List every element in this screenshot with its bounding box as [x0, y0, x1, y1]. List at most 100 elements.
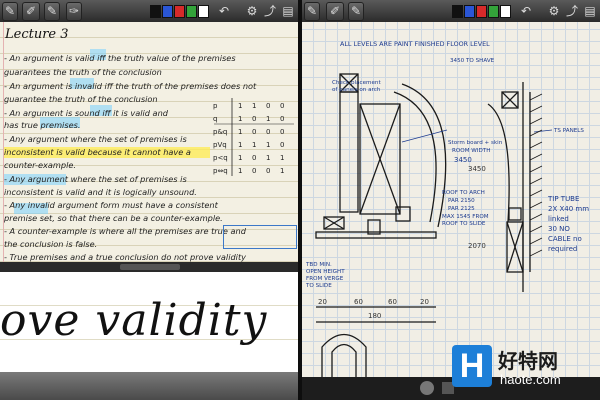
note-line: - An argument is valid iff the truth val…	[4, 53, 236, 63]
annotation: 3450	[454, 156, 472, 164]
page-icon[interactable]: ▤	[280, 3, 296, 19]
note-line: - A counter-example is where all the pre…	[4, 226, 246, 236]
color-swatch-white[interactable]	[198, 5, 209, 18]
truth-table-value: 1	[238, 128, 242, 136]
note-line: the conclusion is false.	[4, 239, 98, 249]
note-line: - Any invalid argument form must have a …	[4, 200, 218, 210]
undo-icon[interactable]: ↶	[518, 3, 534, 19]
annotation: ROOF TO ARCH	[442, 190, 485, 196]
note-line: - An argument is sound iff it is valid a…	[4, 108, 168, 118]
note-line: - True premises and a true conclusion do…	[4, 252, 246, 262]
color-swatch-green[interactable]	[186, 5, 197, 18]
dimension: 20	[318, 298, 327, 306]
left-bottom-bar	[0, 372, 298, 400]
lecture-title: Lecture 3	[5, 27, 69, 42]
watermark-name: 好特网	[498, 349, 558, 373]
annotation: Storm board + skin	[448, 140, 503, 146]
truth-table-value: 1	[238, 115, 242, 123]
truth-table-label: q	[213, 115, 217, 123]
share-icon[interactable]: ⤴	[262, 3, 278, 19]
annotation: linked	[548, 215, 569, 223]
truth-table-value: 1	[252, 102, 256, 110]
annotation: Check placement	[332, 80, 381, 86]
color-swatch-blue[interactable]	[162, 5, 173, 18]
marker-icon: ✑	[68, 4, 80, 18]
eraser-icon: ✎	[46, 4, 58, 18]
annotation: TO SLIDE	[306, 283, 332, 289]
truth-table-label: p<q	[213, 154, 228, 162]
truth-table-value: 1	[238, 154, 242, 162]
truth-table-value: 0	[266, 167, 270, 175]
page-indicator[interactable]	[420, 381, 434, 395]
truth-table-value: 0	[280, 102, 284, 110]
left-notebook-pane: ✎ ✐ ✎ ✑ ↶ ⚙ ⤴ ▤ Lecture 3 - An argument …	[0, 0, 298, 400]
pen-icon: ✐	[25, 4, 37, 18]
annotation: TS PANELS	[554, 128, 584, 134]
color-swatch-white[interactable]	[500, 5, 511, 18]
eraser-button[interactable]: ✎	[348, 2, 364, 21]
zoom-handle[interactable]	[120, 264, 180, 270]
annotation: 2X X40 mm	[548, 205, 590, 213]
truth-table-value: 0	[266, 102, 270, 110]
dimension: 180	[368, 312, 382, 320]
wrench-button[interactable]: ✎	[304, 2, 320, 21]
annotation: PAR 2125	[448, 206, 475, 212]
left-toolbar: ✎ ✐ ✎ ✑ ↶ ⚙ ⤴ ▤	[0, 0, 298, 23]
truth-table-value: 1	[252, 141, 256, 149]
truth-table-value: 0	[252, 167, 256, 175]
truth-table-value: 0	[252, 128, 256, 136]
annotation: of panels on arch	[332, 87, 381, 93]
right-toolbar: ✎ ✐ ✎ ↶ ⚙ ⤴ ▤	[302, 0, 600, 23]
annotation: required	[548, 245, 578, 253]
annotation: FROM VERGE	[306, 276, 344, 282]
color-swatch-black[interactable]	[452, 5, 463, 18]
color-swatch-red[interactable]	[476, 5, 487, 18]
truth-table-label: p	[213, 102, 218, 110]
truth-table-value: 0	[280, 115, 284, 123]
color-swatch-blue[interactable]	[464, 5, 475, 18]
pen-tool-button[interactable]: ✐	[22, 2, 40, 21]
right-notebook-pane: ✎ ✐ ✎ ↶ ⚙ ⤴ ▤ ALL LEVELS ARE PAINT FINIS…	[302, 0, 600, 400]
note-line: counter-example.	[4, 160, 76, 170]
note-line: - Any argument where the set of premises…	[4, 134, 187, 144]
watermark: H 好特网 haote.com	[452, 345, 598, 397]
wrench-button[interactable]: ✎	[2, 2, 18, 21]
truth-table-label: pVq	[213, 141, 227, 149]
annotation: CABLE no	[548, 235, 582, 243]
eraser-icon: ✎	[350, 4, 362, 18]
note-line: guarantee the truth of the conclusion	[4, 94, 158, 104]
watermark-logo: H	[452, 345, 492, 387]
truth-table-value: 0	[280, 128, 284, 136]
dimension: 2070	[468, 242, 486, 250]
watermark-url: haote.com	[500, 372, 561, 387]
truth-table-value: 1	[280, 154, 284, 162]
gear-icon[interactable]: ⚙	[546, 3, 562, 19]
note-line: premise set, so that there can be a coun…	[4, 213, 223, 223]
color-swatch-red[interactable]	[174, 5, 185, 18]
note-line: guarantees the truth of the conclusion	[4, 67, 162, 77]
tool-button[interactable]: ✑	[66, 2, 82, 21]
zoom-handle-bar[interactable]	[0, 262, 298, 272]
note-line: - Any argument where the set of premises…	[4, 174, 187, 184]
pen-tool-button[interactable]: ✐	[326, 2, 344, 21]
gear-icon[interactable]: ⚙	[244, 3, 260, 19]
truth-table-value: 1	[266, 115, 270, 123]
zoom-region-box[interactable]	[223, 225, 297, 249]
truth-table-value: 1	[238, 167, 242, 175]
share-icon[interactable]: ⤴	[564, 3, 580, 19]
truth-table-value: 0	[266, 128, 270, 136]
truth-table-value: 1	[238, 102, 242, 110]
undo-icon[interactable]: ↶	[216, 3, 232, 19]
color-swatch-black[interactable]	[150, 5, 161, 18]
truth-table-value: 0	[252, 154, 256, 162]
truth-table-value: 1	[266, 154, 270, 162]
annotation: PAR 2150	[448, 198, 475, 204]
color-swatch-green[interactable]	[488, 5, 499, 18]
annotation: OPEN HEIGHT	[306, 269, 345, 275]
dimension: 60	[388, 298, 397, 306]
truth-table-value: 1	[266, 141, 270, 149]
page-icon[interactable]: ▤	[582, 3, 598, 19]
annotation: MAX 1545 FROM	[442, 214, 489, 220]
note-line: inconsistent is valid and it is logicall…	[4, 187, 197, 197]
eraser-button[interactable]: ✎	[44, 2, 60, 21]
